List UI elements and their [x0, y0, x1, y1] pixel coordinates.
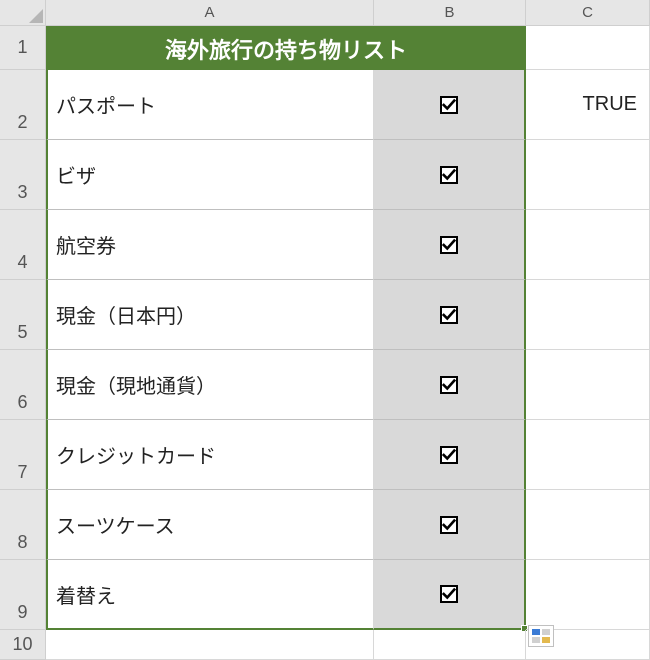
cell-C1[interactable] — [526, 26, 650, 70]
cell-A7[interactable]: クレジットカード — [46, 420, 374, 490]
cell-B7[interactable] — [374, 420, 526, 490]
cell-C7[interactable] — [526, 420, 650, 490]
list-title: 海外旅行の持ち物リスト — [165, 33, 407, 65]
cell-B4[interactable] — [374, 210, 526, 280]
row-header-5[interactable]: 5 — [0, 280, 46, 350]
row-header-7[interactable]: 7 — [0, 420, 46, 490]
title-cell-A1[interactable]: 海外旅行の持ち物リスト — [46, 26, 526, 70]
cell-A6[interactable]: 現金（現地通貨） — [46, 350, 374, 420]
item-label: 着替え — [56, 580, 116, 609]
checkbox-icon[interactable] — [440, 166, 458, 184]
item-label: 現金（現地通貨） — [56, 370, 216, 399]
col-header-A[interactable]: A — [46, 0, 374, 26]
row-header-1[interactable]: 1 — [0, 26, 46, 70]
cell-B9[interactable] — [374, 560, 526, 630]
row-header-6[interactable]: 6 — [0, 350, 46, 420]
cell-C4[interactable] — [526, 210, 650, 280]
cell-A10[interactable] — [46, 630, 374, 660]
cell-A5[interactable]: 現金（日本円） — [46, 280, 374, 350]
checkbox-icon[interactable] — [440, 376, 458, 394]
checkbox-icon[interactable] — [440, 236, 458, 254]
row-header-4[interactable]: 4 — [0, 210, 46, 280]
item-label: ビザ — [56, 160, 96, 189]
cell-B8[interactable] — [374, 490, 526, 560]
cell-C2[interactable]: TRUE — [526, 70, 650, 140]
item-label: パスポート — [56, 90, 156, 119]
cell-C5[interactable] — [526, 280, 650, 350]
col-header-C[interactable]: C — [526, 0, 650, 26]
quick-analysis-icon[interactable] — [528, 625, 554, 647]
checkbox-icon[interactable] — [440, 516, 458, 534]
row-header-2[interactable]: 2 — [0, 70, 46, 140]
cell-C9[interactable] — [526, 560, 650, 630]
cell-A9[interactable]: 着替え — [46, 560, 374, 630]
cell-B6[interactable] — [374, 350, 526, 420]
item-label: スーツケース — [56, 510, 175, 539]
cell-A4[interactable]: 航空券 — [46, 210, 374, 280]
item-label: クレジットカード — [56, 440, 216, 469]
row-header-3[interactable]: 3 — [0, 140, 46, 210]
checkbox-icon[interactable] — [440, 585, 458, 603]
cell-A8[interactable]: スーツケース — [46, 490, 374, 560]
cell-B3[interactable] — [374, 140, 526, 210]
select-all-corner[interactable] — [0, 0, 46, 26]
cell-B5[interactable] — [374, 280, 526, 350]
cell-B10[interactable] — [374, 630, 526, 660]
item-label: 現金（日本円） — [56, 300, 196, 329]
row-header-10[interactable]: 10 — [0, 630, 46, 660]
checkbox-icon[interactable] — [440, 306, 458, 324]
row-header-8[interactable]: 8 — [0, 490, 46, 560]
cell-C3[interactable] — [526, 140, 650, 210]
cell-C8[interactable] — [526, 490, 650, 560]
cell-value: TRUE — [583, 93, 637, 116]
checkbox-icon[interactable] — [440, 96, 458, 114]
cell-A3[interactable]: ビザ — [46, 140, 374, 210]
col-header-B[interactable]: B — [374, 0, 526, 26]
checkbox-icon[interactable] — [440, 446, 458, 464]
spreadsheet-grid: A B C 1 海外旅行の持ち物リスト 2 パスポート TRUE 3 ビザ 4 航空券 5 現金… — [0, 0, 650, 660]
item-label: 航空券 — [56, 230, 116, 259]
cell-A2[interactable]: パスポート — [46, 70, 374, 140]
cell-C6[interactable] — [526, 350, 650, 420]
cell-B2[interactable] — [374, 70, 526, 140]
row-header-9[interactable]: 9 — [0, 560, 46, 630]
